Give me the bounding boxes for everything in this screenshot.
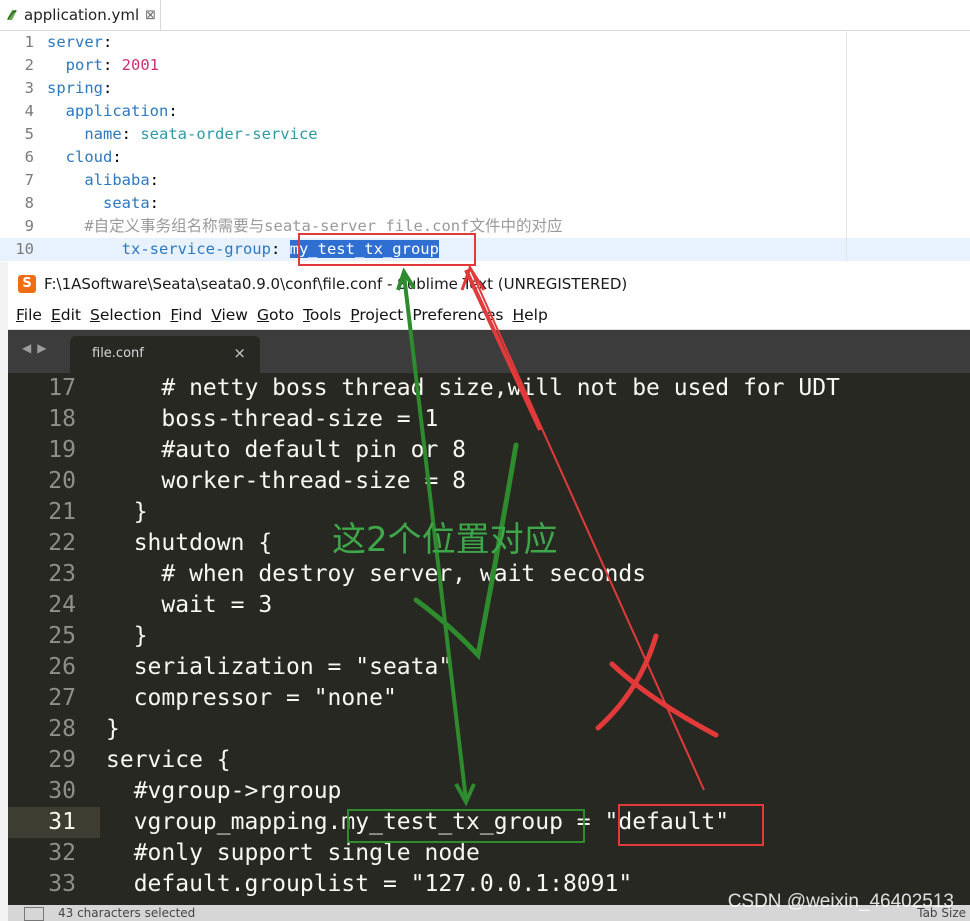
highlight-box-mapping-key — [347, 809, 585, 843]
highlight-box-default-value — [618, 804, 764, 846]
annotation-strokes — [396, 264, 719, 807]
red-thick-stroke — [464, 269, 542, 431]
annotation-label: 这2个位置对应 — [332, 520, 558, 560]
watermark: CSDN @weixin_46402513 — [727, 891, 954, 912]
highlight-box-yaml-group — [298, 233, 476, 266]
